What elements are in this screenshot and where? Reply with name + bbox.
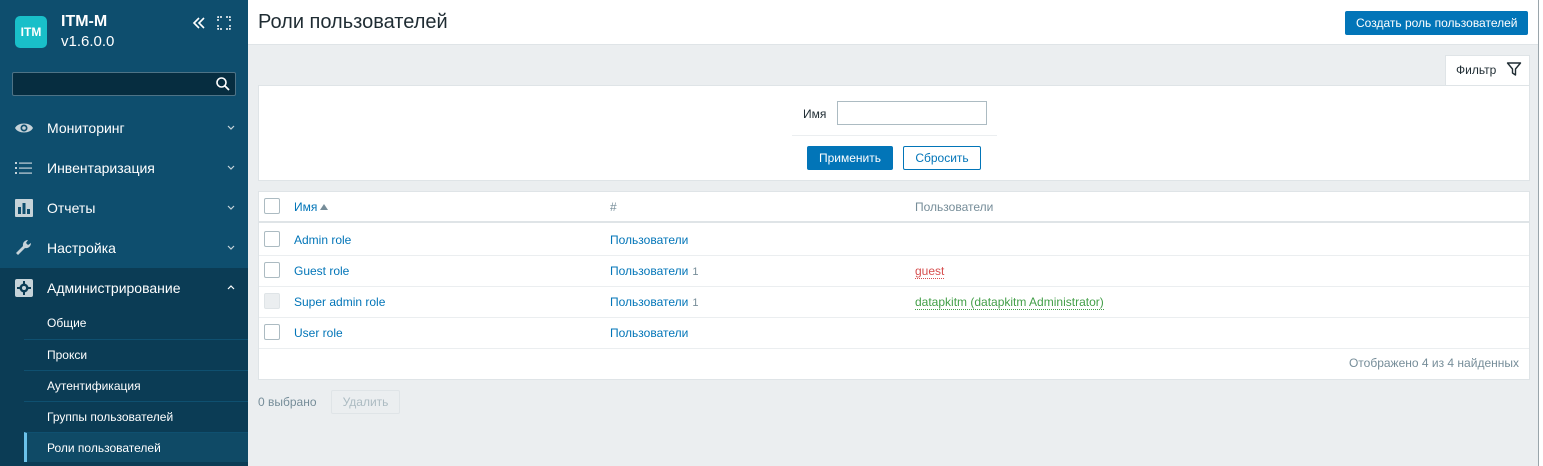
create-user-role-button[interactable]: Создать роль пользователей: [1345, 11, 1529, 35]
chevron-down-icon: [227, 205, 235, 210]
app-name: ITM-M: [61, 13, 108, 30]
table-row: Super admin role Пользователи 1 datapkitm…: [259, 287, 1529, 318]
nav-item-reports[interactable]: Отчеты: [0, 188, 248, 228]
column-header-users: Пользователи: [915, 200, 994, 214]
nav-label: Отчеты: [47, 200, 96, 216]
chevron-down-icon: [227, 245, 235, 250]
role-name-link[interactable]: Admin role: [294, 233, 351, 247]
column-name-label[interactable]: Имя: [294, 200, 317, 214]
nav-label: Администрирование: [47, 280, 181, 296]
nav-item-monitoring[interactable]: Мониторинг: [0, 108, 248, 148]
filter-tab[interactable]: Фильтр: [1445, 55, 1530, 86]
nav-label: Мониторинг: [47, 120, 125, 136]
delete-button: Удалить: [331, 390, 400, 414]
bar-chart-icon: [15, 199, 33, 217]
column-header-name[interactable]: Имя: [294, 200, 329, 214]
app-version: v1.6.0.0: [61, 33, 115, 50]
page-title: Роли пользователей: [258, 11, 448, 33]
role-users-link[interactable]: Пользователи: [610, 233, 688, 247]
admin-submenu: Общие Прокси Аутентификация Группы польз…: [0, 308, 248, 466]
filter-name-input[interactable]: [837, 101, 987, 125]
submenu-item-user-groups[interactable]: Группы пользователей: [24, 401, 248, 431]
app-logo[interactable]: ITM: [15, 16, 47, 48]
sort-asc-icon: [320, 204, 329, 210]
role-user-count: 1: [692, 297, 699, 309]
kiosk-mode-icon[interactable]: [216, 15, 232, 31]
table-row: Admin role Пользователи: [259, 225, 1529, 256]
nav-item-configuration[interactable]: Настройка: [0, 228, 248, 268]
list-icon: [15, 162, 32, 174]
role-name-link[interactable]: Super admin role: [294, 295, 385, 309]
filter-icon: [1506, 62, 1522, 76]
submenu-label: Прокси: [47, 348, 88, 362]
row-checkbox[interactable]: [264, 324, 280, 340]
role-member-link[interactable]: guest: [915, 264, 945, 279]
nav-label: Настройка: [47, 240, 116, 256]
search-icon[interactable]: [215, 76, 231, 92]
submenu-item-authentication[interactable]: Аутентификация: [24, 370, 248, 400]
page-header: Роли пользователей Создать роль пользова…: [248, 0, 1538, 45]
row-checkbox[interactable]: [264, 262, 280, 278]
role-users-link[interactable]: Пользователи: [610, 326, 688, 340]
scrollbar-strip: [1538, 0, 1543, 466]
apply-filter-button[interactable]: Применить: [807, 146, 893, 170]
sidebar-search-input[interactable]: [13, 73, 203, 95]
role-user-count: 1: [692, 266, 699, 278]
chevron-down-icon: [227, 125, 235, 130]
nav-item-administration[interactable]: Администрирование: [0, 268, 248, 308]
wrench-icon: [16, 239, 32, 255]
nav-label: Инвентаризация: [47, 160, 155, 176]
column-header-hash: #: [610, 200, 617, 214]
sidebar: ITM ITM-M v1.6.0.0 Мониторинг Инвентариз…: [0, 0, 248, 466]
filter-panel: Имя Применить Сбросить: [258, 85, 1530, 181]
chevron-up-icon: [227, 285, 235, 290]
table-header-row: Имя # Пользователи: [259, 192, 1529, 223]
role-name-link[interactable]: Guest role: [294, 264, 349, 278]
filter-divider: [792, 135, 997, 136]
role-member-link[interactable]: datapkitm (datapkitm Administrator): [915, 295, 1104, 310]
reset-filter-button[interactable]: Сбросить: [903, 146, 981, 170]
table-row: User role Пользователи: [259, 318, 1529, 349]
filter-tab-label: Фильтр: [1456, 63, 1497, 77]
submenu-label: Аутентификация: [47, 379, 141, 393]
table-footer-count: Отображено 4 из 4 найденных: [1348, 356, 1519, 370]
chevron-down-icon: [227, 165, 235, 170]
role-name-link[interactable]: User role: [294, 326, 343, 340]
table-row: Guest role Пользователи 1 guest: [259, 256, 1529, 287]
role-users-link[interactable]: Пользователи: [610, 295, 688, 309]
eye-icon: [15, 123, 33, 133]
submenu-label: Группы пользователей: [47, 410, 174, 424]
select-all-checkbox[interactable]: [264, 198, 280, 214]
submenu-item-proxies[interactable]: Прокси: [24, 339, 248, 369]
submenu-label: Роли пользователей: [47, 441, 161, 455]
roles-table: Имя # Пользователи Admin role Пользовате…: [258, 191, 1530, 380]
submenu-label: Общие: [47, 316, 87, 330]
nav-item-inventory[interactable]: Инвентаризация: [0, 148, 248, 188]
brand: ITM ITM-M v1.6.0.0: [0, 0, 248, 70]
role-users-link[interactable]: Пользователи: [610, 264, 688, 278]
gear-icon: [15, 279, 33, 297]
row-checkbox[interactable]: [264, 231, 280, 247]
submenu-item-user-roles[interactable]: Роли пользователей: [24, 432, 248, 462]
selected-count: 0 выбрано: [258, 395, 317, 409]
filter-name-label: Имя: [803, 107, 827, 121]
submenu-item-general[interactable]: Общие: [24, 308, 248, 338]
row-checkbox-disabled: [264, 293, 280, 309]
collapse-sidebar-icon[interactable]: [191, 15, 207, 31]
sidebar-search: [12, 72, 236, 96]
